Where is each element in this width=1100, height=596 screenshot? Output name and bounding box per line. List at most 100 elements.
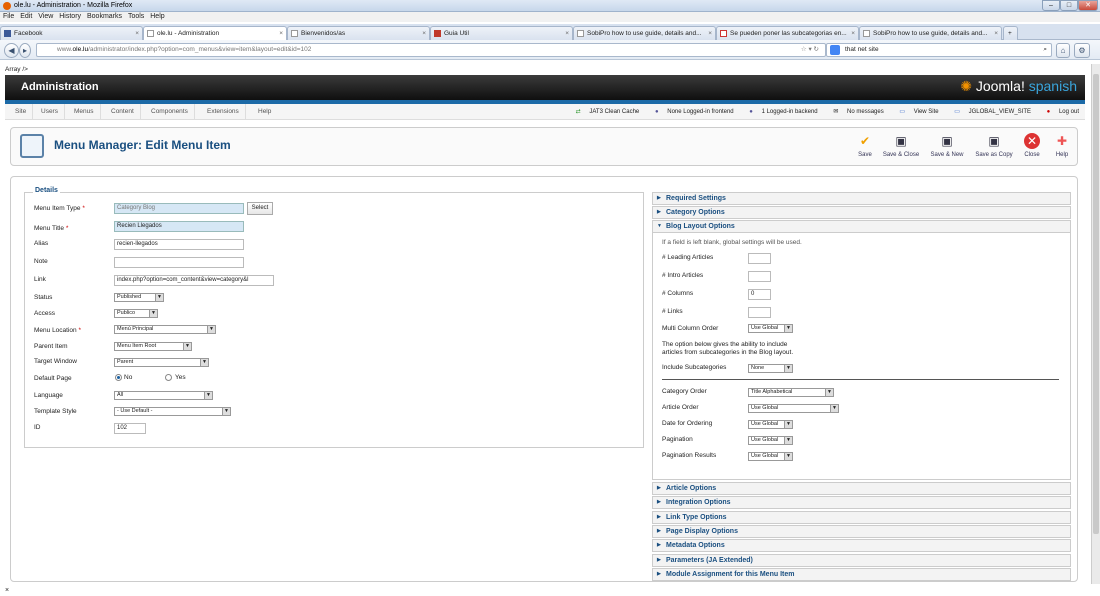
menu-history[interactable]: History <box>59 12 81 22</box>
menu-menus[interactable]: Menus <box>68 104 101 120</box>
tab-subcategorias[interactable]: Se pueden poner las subcategorias en... × <box>716 26 859 40</box>
pane-category-options[interactable]: ▶ Category Options <box>652 206 1071 219</box>
tab-administration[interactable]: ole.lu - Administration × <box>143 26 287 40</box>
close-findbar-icon[interactable]: × <box>5 587 9 594</box>
menu-edit[interactable]: Edit <box>20 12 32 22</box>
close-window-button[interactable]: ✕ <box>1078 0 1098 11</box>
pagination-results-select[interactable]: Use Global ▼ <box>748 452 793 461</box>
close-tab-icon[interactable]: × <box>565 27 569 40</box>
pane-link-type-options[interactable]: ▶ Link Type Options <box>652 511 1071 524</box>
select-type-button[interactable]: Select <box>247 202 273 215</box>
menu-components[interactable]: Components <box>145 104 195 120</box>
minimize-button[interactable]: – <box>1042 0 1060 11</box>
close-tab-icon[interactable]: × <box>851 27 855 40</box>
include-subcategories-select[interactable]: None ▼ <box>748 364 793 373</box>
bookmark-star-icon[interactable]: ☆ ▾ ↻ <box>801 44 819 56</box>
divider <box>662 379 1059 380</box>
pane-page-display-options[interactable]: ▶ Page Display Options <box>652 525 1071 538</box>
intro-articles-input[interactable] <box>748 271 771 282</box>
menu-location-select[interactable]: Menú Principal ▼ <box>114 325 216 334</box>
admin-header: Administration ✺ Joomla! spanish <box>5 75 1085 100</box>
article-order-select[interactable]: Use Global ▼ <box>748 404 839 413</box>
date-ordering-select[interactable]: Use Global ▼ <box>748 420 793 429</box>
note-input[interactable] <box>114 257 244 268</box>
pane-parameters-ja-extended[interactable]: ▶ Parameters (JA Extended) <box>652 554 1071 567</box>
menu-tools[interactable]: Tools <box>128 12 144 22</box>
logout-link[interactable]: ● Log out <box>1040 109 1079 115</box>
date-ordering-label: Date for Ordering <box>662 420 713 427</box>
menu-help[interactable]: Help <box>150 12 164 22</box>
menu-site[interactable]: Site <box>9 104 34 120</box>
pane-required-settings[interactable]: ▶ Required Settings <box>652 192 1071 205</box>
page-scrollbar[interactable] <box>1091 64 1100 584</box>
alias-input[interactable]: recien-llegados <box>114 239 244 250</box>
menu-title-label: Menu Title * <box>34 225 69 232</box>
scrollbar-thumb[interactable] <box>1093 74 1099 534</box>
pane-integration-options[interactable]: ▶ Integration Options <box>652 496 1071 509</box>
url-bar[interactable]: www.ole.lu/administrator/index.php?optio… <box>36 43 826 57</box>
menu-view[interactable]: View <box>38 12 53 22</box>
columns-input[interactable]: 0 <box>748 289 771 300</box>
tab-sobipro-2[interactable]: SobiPro how to use guide, details and...… <box>859 26 1002 40</box>
template-style-select[interactable]: - Use Default - ▼ <box>114 407 231 416</box>
menu-content[interactable]: Content <box>105 104 141 120</box>
link-input[interactable]: index.php?option=com_content&view=catego… <box>114 275 274 286</box>
status-select[interactable]: Published ▼ <box>114 293 164 302</box>
pane-metadata-options[interactable]: ▶ Metadata Options <box>652 539 1071 552</box>
target-window-label: Target Window <box>34 358 77 365</box>
menu-users[interactable]: Users <box>35 104 65 120</box>
language-select[interactable]: All ▼ <box>114 391 213 400</box>
close-tab-icon[interactable]: × <box>708 27 712 40</box>
forward-button[interactable]: ▸ <box>19 43 31 58</box>
pane-article-options[interactable]: ▶ Article Options <box>652 482 1071 495</box>
close-tab-icon[interactable]: × <box>135 27 139 40</box>
pagination-select[interactable]: Use Global ▼ <box>748 436 793 445</box>
messages-link[interactable]: ✉ No messages <box>826 109 883 115</box>
chevron-down-icon: ▼ <box>825 389 833 396</box>
pane-module-assignment[interactable]: ▶ Module Assignment for this Menu Item <box>652 568 1071 581</box>
parent-item-select[interactable]: Menu Item Root ▼ <box>114 342 192 351</box>
search-input[interactable]: that net site ⌕ <box>826 43 1052 57</box>
tab-bienvenidos[interactable]: Bienvenidos/as × <box>287 26 430 40</box>
save-copy-button[interactable]: ▣ Save as Copy <box>971 133 1017 158</box>
help-button[interactable]: ✚ Help <box>1051 133 1073 158</box>
target-window-select[interactable]: Parent ▼ <box>114 358 209 367</box>
menu-file[interactable]: File <box>3 12 14 22</box>
home-icon[interactable]: ⌂ <box>1056 43 1070 58</box>
close-button[interactable]: ✕ Close <box>1021 133 1043 158</box>
back-button[interactable]: ◀ <box>4 43 19 58</box>
multi-column-order-select[interactable]: Use Global ▼ <box>748 324 793 333</box>
pane-blog-layout-options[interactable]: ▼ Blog Layout Options <box>652 220 1071 233</box>
default-no-radio[interactable] <box>115 374 122 381</box>
tab-guia-util[interactable]: Guia Util × <box>430 26 573 40</box>
close-tab-icon[interactable]: × <box>279 27 283 40</box>
save-new-button[interactable]: ▣ Save & New <box>926 133 968 158</box>
close-tab-icon[interactable]: × <box>422 27 426 40</box>
clean-cache-link[interactable]: ⇄ JAT3 Clean Cache <box>569 109 640 115</box>
tab-sobipro-1[interactable]: SobiPro how to use guide, details and...… <box>573 26 716 40</box>
save-button[interactable]: ✔ Save <box>854 133 876 158</box>
jglobal-view-site-link[interactable]: ▭ JGLOBAL_VIEW_SITE <box>947 109 1031 115</box>
search-icon[interactable]: ⌕ <box>1043 44 1047 56</box>
close-tab-icon[interactable]: × <box>994 27 998 40</box>
menu-title-input[interactable]: Recien Llegados <box>114 221 244 232</box>
access-select[interactable]: Publico ▼ <box>114 309 158 318</box>
save-close-button[interactable]: ▣ Save & Close <box>880 133 922 158</box>
menu-extensions[interactable]: Extensions <box>201 104 246 120</box>
links-input[interactable] <box>748 307 771 318</box>
mail-icon: ✉ <box>833 109 839 115</box>
leading-articles-input[interactable] <box>748 253 771 264</box>
category-order-select[interactable]: Title Alphabetical ▼ <box>748 388 834 397</box>
view-site-link[interactable]: ▭ View Site <box>892 109 938 115</box>
default-yes-radio[interactable] <box>165 374 172 381</box>
menu-bookmarks[interactable]: Bookmarks <box>87 12 122 22</box>
menu-help-admin[interactable]: Help <box>252 104 277 120</box>
tab-facebook[interactable]: Facebook × <box>0 26 143 40</box>
addon-icon[interactable]: ⚙ <box>1074 43 1090 58</box>
maximize-button[interactable]: □ <box>1060 0 1078 11</box>
new-tab-button[interactable]: + <box>1003 26 1018 40</box>
cache-icon: ⇄ <box>575 109 581 115</box>
chevron-down-icon: ▼ <box>784 325 792 332</box>
default-page-label: Default Page <box>34 375 72 382</box>
save-new-icon: ▣ <box>941 134 953 148</box>
